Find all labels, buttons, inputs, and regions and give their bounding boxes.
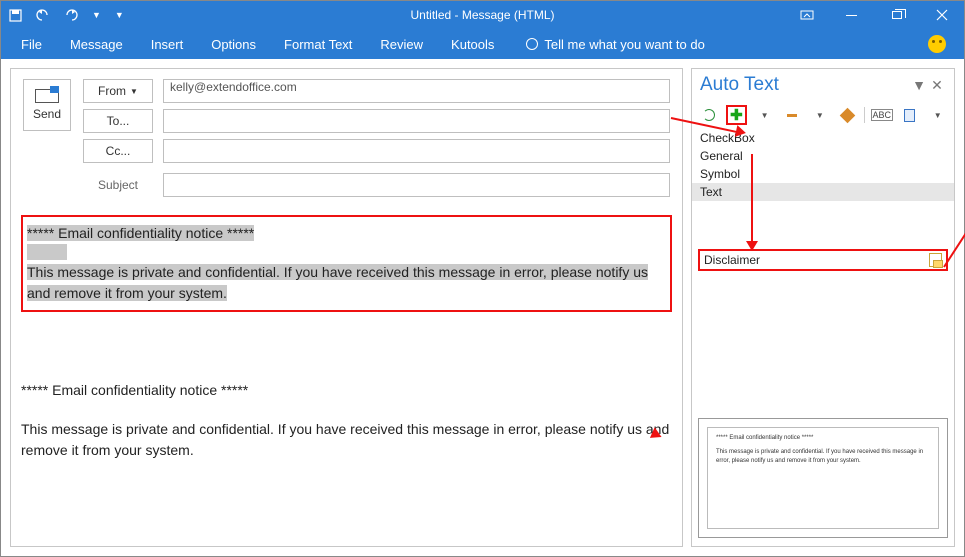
pane-options-icon[interactable]: ▼ <box>910 77 928 93</box>
annotation-arrow <box>751 154 753 246</box>
qat-chevron-down-icon[interactable]: ▼ <box>115 10 124 20</box>
pencil-icon <box>839 107 855 123</box>
selected-paragraph: This message is private and confidential… <box>27 264 648 301</box>
entry-label: Disclaimer <box>704 253 760 267</box>
category-symbol[interactable]: Symbol <box>692 165 954 183</box>
arrow-head-icon <box>746 241 758 251</box>
envelope-icon <box>35 89 59 103</box>
feedback-smile-icon[interactable] <box>928 35 946 53</box>
work-area: Send From ▼ kelly@extendoffice.com To... <box>1 59 964 556</box>
subject-field[interactable] <box>163 173 670 197</box>
undo-icon[interactable] <box>36 9 50 21</box>
plus-icon: ✚ <box>730 108 743 123</box>
close-icon[interactable] <box>919 1 964 29</box>
tab-file[interactable]: File <box>7 29 56 59</box>
pane-title: Auto Text <box>700 74 910 96</box>
plain-title: ***** Email confidentiality notice ***** <box>21 380 672 401</box>
chevron-down-icon: ▼ <box>816 111 824 120</box>
qat-chevron-down-icon[interactable]: ▼ <box>92 10 101 20</box>
tab-format-text[interactable]: Format Text <box>270 29 366 59</box>
remove-button[interactable] <box>781 105 803 125</box>
restore-icon[interactable] <box>874 1 919 29</box>
page-icon <box>904 109 915 122</box>
to-field[interactable] <box>163 109 670 133</box>
remove-dropdown[interactable]: ▼ <box>809 105 831 125</box>
from-button[interactable]: From ▼ <box>83 79 153 103</box>
abc-button[interactable]: ABC <box>871 105 893 125</box>
category-general[interactable]: General <box>692 147 954 165</box>
insert-entry-icon[interactable] <box>929 253 942 267</box>
tab-kutools[interactable]: Kutools <box>437 29 508 59</box>
edit-button[interactable] <box>836 105 858 125</box>
add-entry-button[interactable]: ✚ <box>726 105 748 125</box>
send-label: Send <box>33 107 61 121</box>
minus-icon <box>787 114 797 117</box>
selected-title: ***** Email confidentiality notice ***** <box>27 225 254 241</box>
compose-panel: Send From ▼ kelly@extendoffice.com To... <box>10 68 683 547</box>
tab-insert[interactable]: Insert <box>137 29 198 59</box>
cc-field[interactable] <box>163 139 670 163</box>
refresh-button[interactable] <box>698 105 720 125</box>
send-button[interactable]: Send <box>23 79 71 131</box>
category-list: CheckBox General Symbol Text <box>692 129 954 201</box>
plain-paragraph: This message is private and confidential… <box>21 419 672 461</box>
chevron-down-icon: ▼ <box>130 87 138 96</box>
message-body[interactable]: ***** Email confidentiality notice *****… <box>11 209 682 546</box>
category-text[interactable]: Text <box>692 183 954 201</box>
plain-text-block: ***** Email confidentiality notice *****… <box>21 380 672 461</box>
preview-panel: ***** Email confidentiality notice *****… <box>698 418 948 538</box>
pane-close-icon[interactable]: ✕ <box>928 77 946 94</box>
tab-options[interactable]: Options <box>197 29 270 59</box>
tell-me-label: Tell me what you want to do <box>544 37 704 52</box>
preview-content: ***** Email confidentiality notice *****… <box>707 427 939 529</box>
tab-message[interactable]: Message <box>56 29 137 59</box>
from-label: From <box>98 84 126 98</box>
subject-label: Subject <box>83 178 153 192</box>
autotext-entry-disclaimer[interactable]: Disclaimer <box>698 249 948 271</box>
redo-icon[interactable] <box>64 9 78 21</box>
save-icon[interactable] <box>9 9 22 22</box>
to-button[interactable]: To... <box>83 109 153 133</box>
add-dropdown[interactable]: ▼ <box>753 105 775 125</box>
chevron-down-icon: ▼ <box>934 111 942 120</box>
quick-access-toolbar: ▼ ▼ <box>1 9 124 22</box>
abc-icon: ABC <box>871 109 894 121</box>
selected-text-block: ***** Email confidentiality notice *****… <box>21 215 672 312</box>
tell-me-search[interactable]: Tell me what you want to do <box>512 29 718 59</box>
window-title: Untitled - Message (HTML) <box>410 8 554 22</box>
cc-button[interactable]: Cc... <box>83 139 153 163</box>
lightbulb-icon <box>526 38 538 50</box>
tab-review[interactable]: Review <box>366 29 437 59</box>
chevron-down-icon: ▼ <box>761 111 769 120</box>
preview-paragraph: This message is private and confidential… <box>716 448 930 467</box>
autotext-pane: Auto Text ▼ ✕ ✚ ▼ ▼ ABC ▼ CheckBox Gener… <box>691 68 955 547</box>
page-dropdown[interactable]: ▼ <box>926 105 948 125</box>
minimize-icon[interactable] <box>829 1 874 29</box>
preview-title: ***** Email confidentiality notice ***** <box>716 434 930 444</box>
pane-toolbar: ✚ ▼ ▼ ABC ▼ <box>692 101 954 129</box>
page-button[interactable] <box>899 105 921 125</box>
from-field[interactable]: kelly@extendoffice.com <box>163 79 670 103</box>
ribbon-options-icon[interactable] <box>784 1 829 29</box>
ribbon-tabs: File Message Insert Options Format Text … <box>1 29 964 59</box>
title-bar: ▼ ▼ Untitled - Message (HTML) <box>1 1 964 29</box>
refresh-icon <box>703 109 715 121</box>
